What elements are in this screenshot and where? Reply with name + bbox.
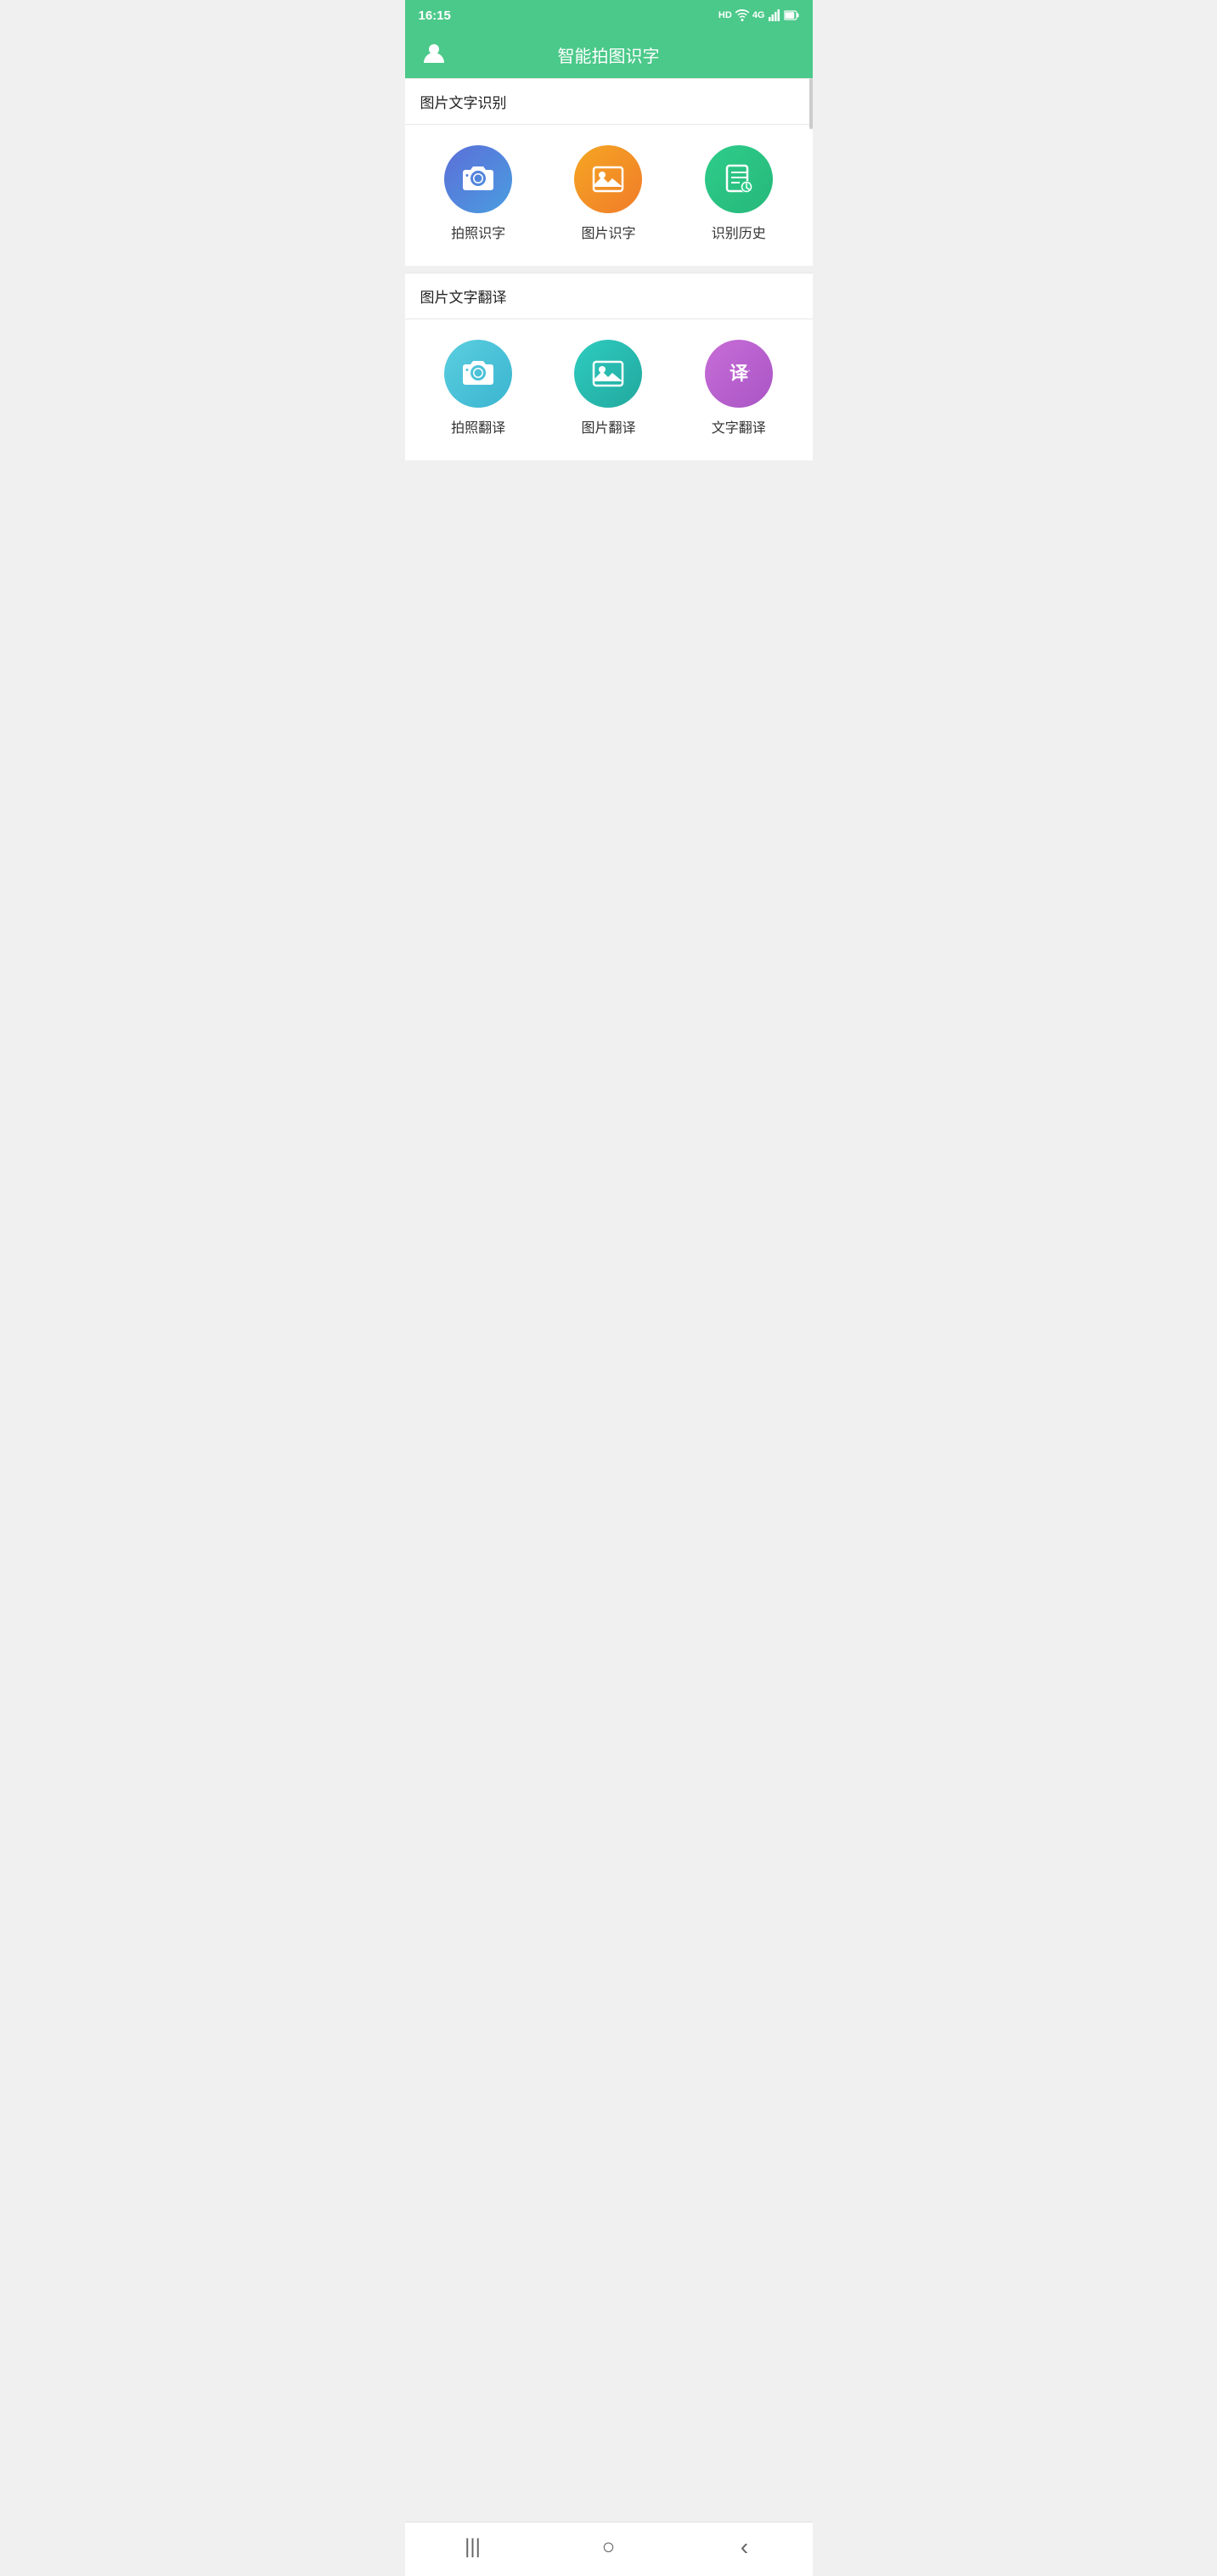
page-title: 智能拍图识字 bbox=[558, 42, 660, 67]
svg-text:.: . bbox=[747, 364, 750, 374]
history-circle bbox=[705, 145, 773, 213]
photo-translate-label: 拍照翻译 bbox=[451, 416, 505, 437]
text-translate-icon: 译 . bbox=[721, 356, 757, 392]
nav-menu-button[interactable]: ||| bbox=[456, 2532, 490, 2562]
status-time: 16:15 bbox=[419, 8, 451, 23]
bottom-nav: ||| ○ ‹ bbox=[405, 2522, 813, 2576]
camera-translate-icon bbox=[460, 356, 496, 392]
signal-icon bbox=[769, 9, 780, 21]
translation-grid: 拍照翻译 图片翻译 译 . 文字翻译 bbox=[405, 340, 813, 437]
signal-4g: 4G bbox=[752, 10, 765, 20]
photo-recognize-label: 拍照识字 bbox=[451, 222, 505, 242]
svg-text:译: 译 bbox=[730, 363, 749, 384]
app-header: 智能拍图识字 bbox=[405, 31, 813, 78]
status-bar: 16:15 HD 4G bbox=[405, 0, 813, 31]
recognition-grid: 拍照识字 图片识字 bbox=[405, 145, 813, 242]
battery-icon bbox=[784, 10, 799, 20]
section2-header: 图片文字翻译 bbox=[405, 273, 813, 319]
scrollbar[interactable] bbox=[809, 78, 813, 129]
text-translate-item[interactable]: 译 . 文字翻译 bbox=[673, 340, 803, 437]
photo-translate-item[interactable]: 拍照翻译 bbox=[414, 340, 544, 437]
hd-label: HD bbox=[718, 10, 732, 20]
photo-translate-circle bbox=[444, 340, 512, 408]
history-item[interactable]: 识别历史 bbox=[673, 145, 803, 242]
status-icons: HD 4G bbox=[718, 9, 799, 21]
section1-header: 图片文字识别 bbox=[405, 78, 813, 125]
wifi-icon bbox=[735, 9, 749, 21]
photo-recognize-circle bbox=[444, 145, 512, 213]
image-recognize-circle bbox=[574, 145, 642, 213]
history-icon bbox=[721, 161, 757, 197]
image-recognize-item[interactable]: 图片识字 bbox=[544, 145, 673, 242]
image-icon bbox=[590, 161, 626, 197]
section2-grid: 拍照翻译 图片翻译 译 . 文字翻译 bbox=[405, 319, 813, 467]
section1-grid: 拍照识字 图片识字 bbox=[405, 125, 813, 273]
image-recognize-label: 图片识字 bbox=[581, 222, 635, 242]
text-translate-label: 文字翻译 bbox=[712, 416, 766, 437]
empty-content bbox=[405, 467, 813, 2522]
image-translate-circle bbox=[574, 340, 642, 408]
photo-recognize-item[interactable]: 拍照识字 bbox=[414, 145, 544, 242]
history-label: 识别历史 bbox=[712, 222, 766, 242]
image-translate-label: 图片翻译 bbox=[581, 416, 635, 437]
camera-icon bbox=[460, 161, 496, 197]
image-translate-item[interactable]: 图片翻译 bbox=[544, 340, 673, 437]
image-translate-icon bbox=[590, 356, 626, 392]
text-translate-circle: 译 . bbox=[705, 340, 773, 408]
nav-home-button[interactable]: ○ bbox=[592, 2532, 626, 2562]
nav-back-button[interactable]: ‹ bbox=[728, 2532, 762, 2562]
user-icon[interactable] bbox=[422, 41, 446, 69]
